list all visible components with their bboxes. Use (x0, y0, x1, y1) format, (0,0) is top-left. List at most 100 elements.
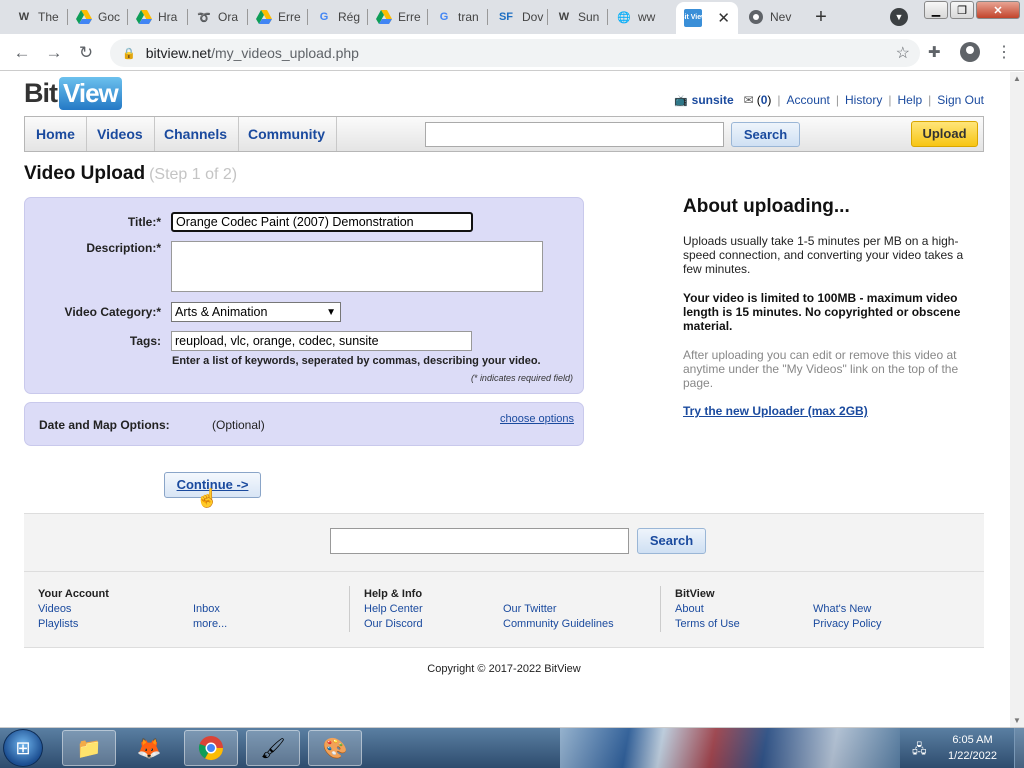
user-icon: 📺 (673, 94, 688, 107)
tab-google-drive[interactable]: Hra (128, 4, 188, 30)
google-drive-icon (136, 9, 152, 25)
start-button-windows-icon[interactable]: ⊞ (3, 729, 43, 767)
footer-terms-link[interactable]: Terms of Use (675, 618, 740, 630)
tags-input[interactable]: reupload, vlc, orange, codec, sunsite (171, 331, 472, 351)
close-window-icon[interactable]: ✕ (976, 1, 1020, 19)
upload-form: Title:* Orange Codec Paint (2007) Demons… (24, 197, 584, 394)
category-label: Video Category:* (64, 305, 161, 319)
about-paragraph-speed: Uploads usually take 1-5 minutes per MB … (683, 234, 964, 276)
reload-icon[interactable]: ↻ (74, 41, 98, 65)
vertical-scrollbar[interactable]: ▲ ▼ (1010, 72, 1024, 727)
new-tab-button[interactable]: + (808, 4, 834, 30)
choose-options-link[interactable]: choose options (500, 413, 574, 425)
nav-community[interactable]: Community (237, 117, 337, 151)
tags-hint: Enter a list of keywords, seperated by c… (172, 355, 541, 367)
lock-icon: 🔒 (122, 47, 136, 60)
extensions-puzzle-icon[interactable]: ✚ (928, 43, 941, 61)
description-textarea[interactable] (171, 241, 543, 292)
username-link[interactable]: sunsite (692, 93, 734, 107)
sign-out-link[interactable]: Sign Out (937, 93, 984, 107)
footer-privacy-link[interactable]: Privacy Policy (813, 618, 881, 630)
tab-new-tab[interactable]: Nev (740, 4, 802, 30)
more-menu-icon[interactable]: ⋮ (996, 42, 1012, 62)
mail-count[interactable]: (0) (757, 93, 772, 107)
google-icon: G (439, 11, 449, 23)
bookmark-star-icon[interactable]: ☆ (896, 43, 910, 63)
show-desktop-button[interactable] (1014, 728, 1024, 768)
header-search-input[interactable] (425, 122, 724, 147)
footer-videos-link[interactable]: Videos (38, 603, 71, 615)
tab-google-drive[interactable]: Goc (68, 4, 128, 30)
account-link[interactable]: Account (787, 93, 830, 107)
forward-arrow-icon[interactable]: → (42, 41, 66, 65)
file-explorer-folder-icon[interactable]: 📁 (62, 730, 116, 766)
new-uploader-link[interactable]: Try the new Uploader (max 2GB) (683, 404, 868, 418)
logo-bit-text: Bit (24, 78, 58, 108)
paint-palette-icon[interactable]: 🎨 (308, 730, 362, 766)
footer-search-button[interactable]: Search (637, 528, 706, 554)
maximize-icon[interactable]: ❐ (950, 1, 974, 19)
nav-home[interactable]: Home (25, 117, 87, 151)
tab-search-icon[interactable]: ▼ (890, 8, 908, 26)
scroll-up-icon[interactable]: ▲ (1013, 74, 1021, 83)
about-paragraph-edit: After uploading you can edit or remove t… (683, 348, 959, 390)
footer-your-account-heading: Your Account (38, 588, 109, 600)
header-search-button[interactable]: Search (731, 122, 800, 147)
tab-bitview-active[interactable]: Bit View ✕ (676, 2, 738, 34)
title-input[interactable]: Orange Codec Paint (2007) Demonstration (171, 212, 473, 232)
tab-label: Rég (338, 10, 361, 24)
scroll-down-icon[interactable]: ▼ (1013, 716, 1021, 725)
mail-envelope-icon[interactable]: ✉ (744, 93, 754, 107)
tab-orange[interactable]: ➰ Ora (188, 4, 248, 30)
tab-google-drive[interactable]: Erre (248, 4, 308, 30)
footer-more-link[interactable]: more... (193, 618, 227, 630)
upload-button[interactable]: Upload (911, 121, 978, 147)
tab-label: Erre (398, 10, 421, 24)
firefox-icon[interactable]: 🦊 (122, 730, 176, 766)
tab-label: Goc (98, 10, 121, 24)
footer-search-input[interactable] (330, 528, 629, 554)
footer-playlists-link[interactable]: Playlists (38, 618, 78, 630)
about-paragraph-limits: Your video is limited to 100MB - maximum… (683, 291, 961, 333)
url-field[interactable]: 🔒 bitview.net/my_videos_upload.php ☆ (110, 39, 920, 67)
footer-whats-new-link[interactable]: What's New (813, 603, 871, 615)
description-label: Description:* (86, 241, 161, 255)
history-link[interactable]: History (845, 93, 882, 107)
system-clock[interactable]: 6:05 AM 1/22/2022 (935, 732, 1010, 764)
tab-wikipedia[interactable]: W Sun (548, 4, 608, 30)
footer-about-link[interactable]: About (675, 603, 704, 615)
page-title-text: Video Upload (24, 163, 146, 184)
back-arrow-icon[interactable]: ← (10, 41, 34, 65)
about-uploading-heading: About uploading... (683, 196, 850, 217)
footer-discord-link[interactable]: Our Discord (364, 618, 423, 630)
network-tray-icon[interactable]: 🖧 (912, 740, 927, 762)
tab-web[interactable]: 🌐 ww (608, 4, 674, 30)
paint-brushes-icon[interactable]: 🖌 (246, 730, 300, 766)
minimize-icon[interactable]: ▁ (924, 1, 948, 19)
category-select[interactable]: Arts & Animation ▼ (171, 302, 341, 322)
footer-help-center-link[interactable]: Help Center (364, 603, 423, 615)
tab-sourceforge[interactable]: SF Dov (488, 4, 548, 30)
nav-videos[interactable]: Videos (86, 117, 155, 151)
wikipedia-icon: W (558, 11, 570, 23)
tab-google[interactable]: G Rég (308, 4, 368, 30)
profile-avatar-icon[interactable] (960, 42, 980, 62)
chrome-taskbar-icon[interactable] (184, 730, 238, 766)
help-link[interactable]: Help (897, 93, 922, 107)
footer: Search Your Account Videos Inbox Playlis… (24, 513, 984, 648)
tab-label: tran (458, 10, 479, 24)
tab-wikipedia[interactable]: W The (8, 4, 68, 30)
window-controls: ▁ ❐ ✕ (924, 1, 1020, 19)
tab-google-drive[interactable]: Erre (368, 4, 428, 30)
optional-label: (Optional) (212, 418, 265, 432)
page-title: Video Upload (Step 1 of 2) (24, 163, 237, 185)
bitview-logo[interactable]: Bit View (24, 77, 122, 110)
nav-channels[interactable]: Channels (153, 117, 240, 151)
clock-time: 6:05 AM (952, 734, 993, 746)
footer-twitter-link[interactable]: Our Twitter (503, 603, 557, 615)
footer-community-guidelines-link[interactable]: Community Guidelines (503, 618, 614, 630)
footer-inbox-link[interactable]: Inbox (193, 603, 220, 615)
tab-google[interactable]: Gtran (428, 4, 488, 30)
close-tab-icon[interactable]: ✕ (717, 9, 730, 27)
windows-taskbar: ⊞ 📁 🦊 🖌 🎨 🖧 6:05 AM 1/22/2022 (0, 728, 1024, 768)
